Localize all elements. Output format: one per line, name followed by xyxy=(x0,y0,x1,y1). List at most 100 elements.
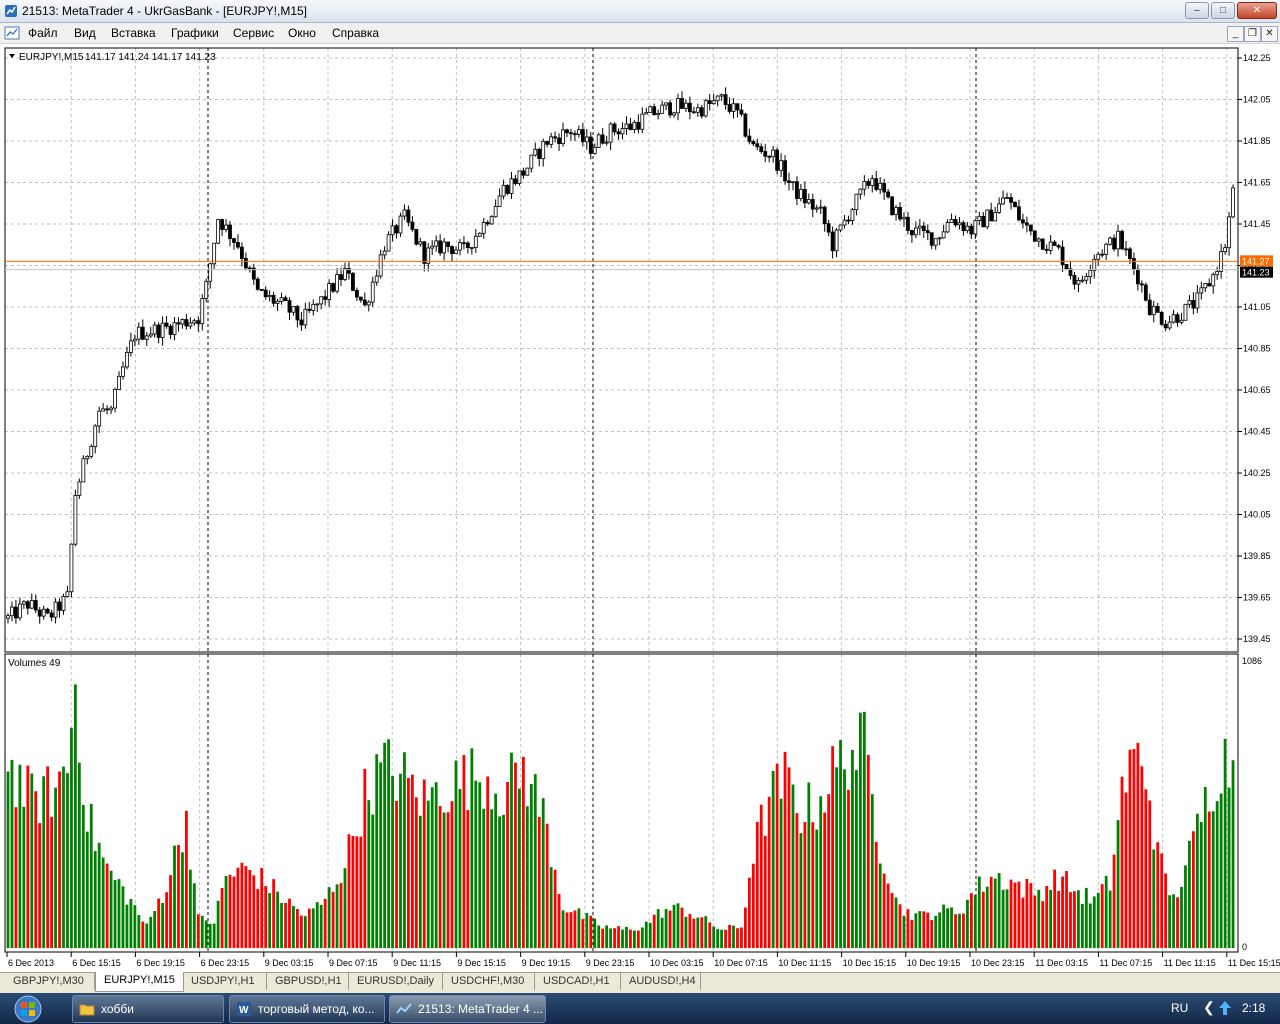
candle-body xyxy=(648,106,653,113)
candle-body xyxy=(176,322,181,325)
candle-body xyxy=(953,219,958,226)
child-minimize-button[interactable]: _ xyxy=(1227,26,1244,42)
menu-file[interactable]: Файл xyxy=(28,26,58,40)
volume-bar xyxy=(414,797,418,948)
candle-body xyxy=(402,209,407,217)
clock[interactable]: 2:18 xyxy=(1242,1001,1265,1015)
candle-body xyxy=(41,608,46,617)
time-tick-label: 6 Dec 19:15 xyxy=(136,958,185,968)
maximize-button[interactable]: □ xyxy=(1211,2,1235,19)
tab-eurusd-daily[interactable]: EURUSD!,Daily xyxy=(349,973,443,990)
candle-body xyxy=(446,241,450,247)
minimize-button[interactable]: – xyxy=(1185,2,1209,19)
time-tick-label: 9 Dec 07:15 xyxy=(329,958,378,968)
menu-charts[interactable]: Графики xyxy=(171,26,219,40)
tab-usdchf-m30[interactable]: USDCHF!,M30 xyxy=(443,973,535,990)
tab-eurjpy-m15[interactable]: EURJPY!,M15 xyxy=(95,972,184,992)
menu-window[interactable]: Окно xyxy=(288,26,316,40)
taskbar-item-folder[interactable]: хобби xyxy=(72,995,224,1023)
candle-body xyxy=(743,113,748,137)
price-tick-label: 140.25 xyxy=(1243,468,1271,478)
candle-body xyxy=(200,298,205,325)
volume-bar xyxy=(969,893,973,948)
close-button[interactable]: ✕ xyxy=(1237,2,1277,19)
child-restore-button[interactable]: ❐ xyxy=(1244,26,1261,42)
candle-body xyxy=(358,296,363,301)
volume-bar xyxy=(644,921,648,948)
candle-body xyxy=(1096,253,1101,260)
network-arrow-icon[interactable] xyxy=(1217,1000,1233,1016)
tab-gbpjpy-m30[interactable]: GBPJPY!,M30 xyxy=(5,973,95,990)
taskbar-item-word[interactable]: W торговый метод, ко... xyxy=(229,995,385,1023)
volume-bar xyxy=(950,907,953,948)
candle-body xyxy=(430,245,435,249)
volume-bar xyxy=(783,751,787,948)
volume-bar xyxy=(561,910,565,948)
volume-bar xyxy=(1128,749,1132,948)
tab-audusd-h4[interactable]: AUDUSD!,H4 xyxy=(621,973,701,990)
candle-body xyxy=(57,601,62,611)
tab-usdjpy-h1[interactable]: USDJPY!,H1 xyxy=(183,973,267,990)
volume-bar xyxy=(823,812,827,948)
candle-body xyxy=(929,232,934,246)
candle-body xyxy=(414,228,419,245)
candle-body xyxy=(85,455,90,460)
chart-collapse-icon[interactable] xyxy=(9,54,15,58)
menu-view[interactable]: Вид xyxy=(74,26,96,40)
volume-bar xyxy=(1144,789,1148,948)
volume-bar xyxy=(1100,884,1104,948)
volume-bar xyxy=(585,912,589,948)
volume-bar xyxy=(589,915,593,948)
volume-bar xyxy=(85,831,89,948)
chart-canvas[interactable]: 142.25142.05141.85141.65141.45141.25141.… xyxy=(0,44,1280,972)
candle-body xyxy=(53,601,58,618)
volume-bar xyxy=(470,748,474,948)
language-indicator[interactable]: RU xyxy=(1171,1001,1188,1015)
menu-insert[interactable]: Вставка xyxy=(111,26,156,40)
candle-body xyxy=(755,143,760,148)
volume-bar xyxy=(827,794,831,948)
volume-bar xyxy=(403,752,406,948)
candle-body xyxy=(259,289,264,291)
volume-bar xyxy=(46,766,50,948)
candle-body xyxy=(240,246,244,259)
volume-bar xyxy=(819,796,823,948)
volume-bar xyxy=(977,876,981,948)
volume-bar xyxy=(771,771,775,948)
volume-bar xyxy=(1176,897,1179,948)
child-close-button[interactable]: ✕ xyxy=(1261,26,1278,42)
tab-usdcad-h1[interactable]: USDCAD!,H1 xyxy=(535,973,621,990)
svg-text:W: W xyxy=(239,1005,249,1016)
volume-bar xyxy=(212,923,216,948)
windows-start-icon[interactable] xyxy=(8,995,48,1023)
taskbar-item-metatrader[interactable]: 21513: MetaTrader 4 ... xyxy=(389,995,546,1023)
candle-body xyxy=(454,249,458,254)
candle-body xyxy=(656,113,661,116)
volume-bar xyxy=(831,746,835,948)
volume-bar xyxy=(486,776,490,948)
tab-gbpusd-h1[interactable]: GBPUSD!,H1 xyxy=(267,973,349,990)
volume-bar xyxy=(1037,889,1041,948)
volume-bar xyxy=(529,783,533,948)
price-tick-label: 142.25 xyxy=(1243,53,1271,63)
candle-body xyxy=(1013,201,1017,208)
time-tick-label: 11 Dec 11:15 xyxy=(1164,958,1216,968)
title-bar: 21513: MetaTrader 4 - UkrGasBank - [EURJ… xyxy=(0,0,1280,23)
menu-tools[interactable]: Сервис xyxy=(233,26,274,40)
volume-bar xyxy=(506,782,509,948)
volume-bar xyxy=(466,810,470,948)
candle-body xyxy=(152,324,157,335)
volume-bar xyxy=(601,928,605,948)
candle-body xyxy=(513,178,518,184)
candle-body xyxy=(620,128,625,135)
candle-body xyxy=(1143,284,1148,301)
chart-area[interactable]: 142.25142.05141.85141.65141.45141.25141.… xyxy=(0,44,1280,972)
volume-bar xyxy=(153,911,157,948)
volume-bar xyxy=(1029,883,1033,948)
tray-expand-icon[interactable]: ❮ xyxy=(1203,999,1215,1016)
candle-body xyxy=(668,102,672,116)
chart-window-icon[interactable] xyxy=(4,25,20,41)
menu-help[interactable]: Справка xyxy=(332,26,379,40)
candle-body xyxy=(588,136,593,154)
volume-bar xyxy=(1227,787,1231,948)
